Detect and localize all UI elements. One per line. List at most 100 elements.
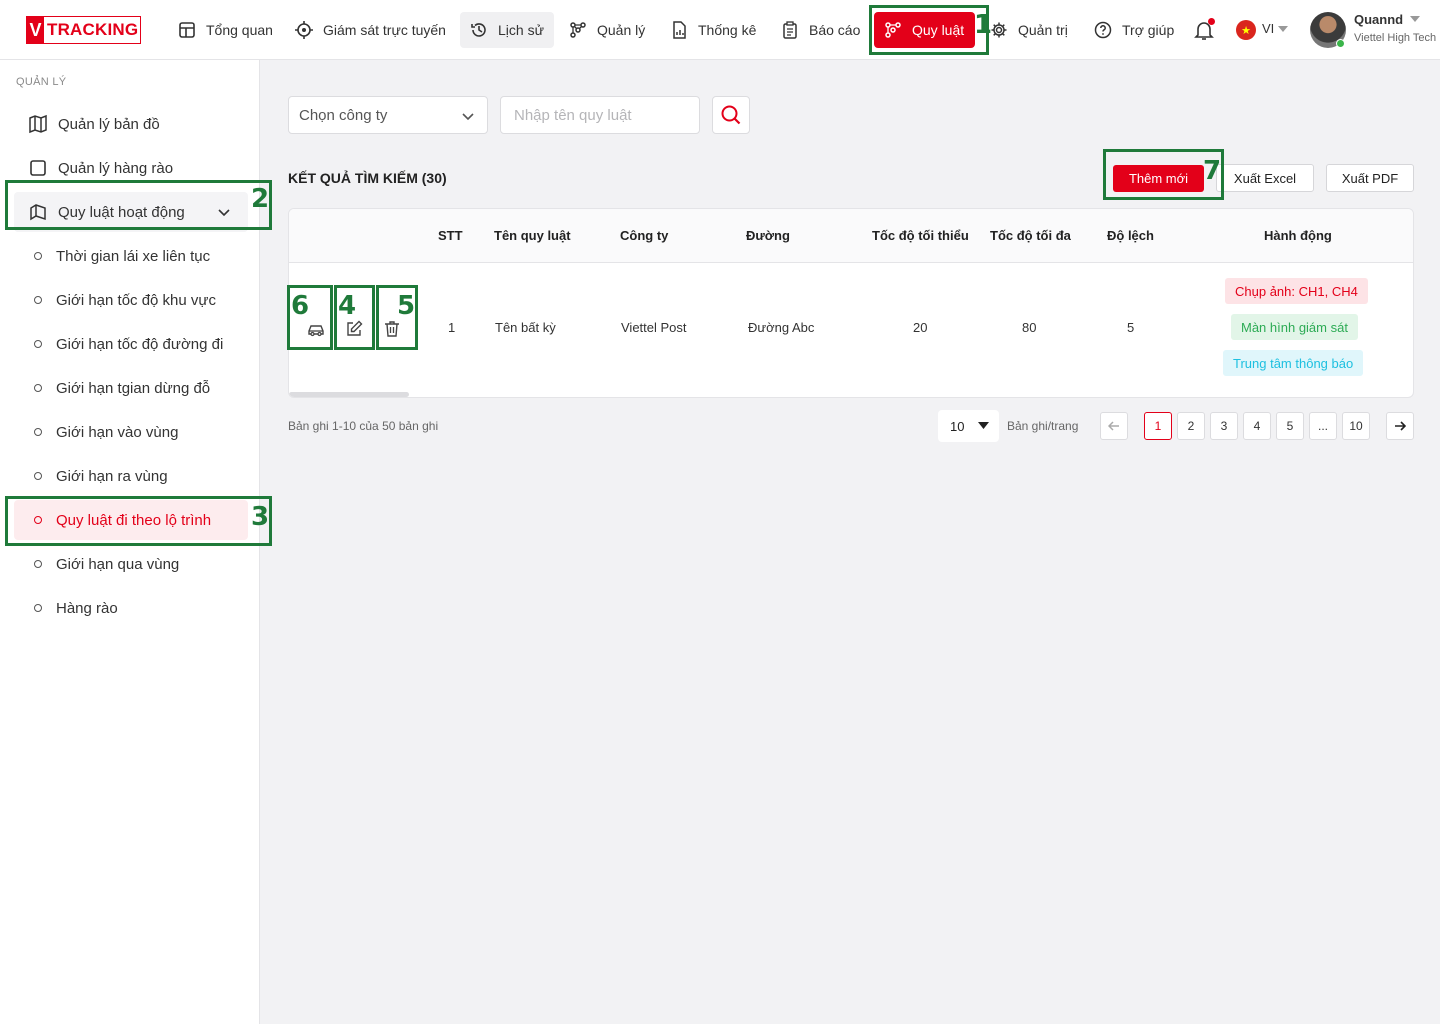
app-logo[interactable]: V TRACKING: [26, 16, 141, 44]
annotation-number: 6: [291, 291, 310, 321]
export-pdf-button[interactable]: Xuất PDF: [1326, 164, 1414, 192]
results-title: KẾT QUẢ TÌM KIẾM (30): [288, 170, 447, 186]
nav-label: Quản lý: [597, 22, 646, 38]
nav-label: Giám sát trực tuyến: [323, 22, 446, 38]
subitem-label: Giới hạn qua vùng: [56, 555, 180, 573]
cell-rule-name: Tên bất kỳ: [495, 320, 556, 335]
sidebar-subitem[interactable]: Thời gian lái xe liên tục: [14, 236, 248, 276]
nav-tro-giup[interactable]: Trợ giúp: [1084, 12, 1184, 48]
per-page-label: Bản ghi/trang: [1007, 419, 1079, 433]
company-select[interactable]: Chọn công ty: [288, 96, 488, 134]
horizontal-scrollbar[interactable]: [289, 392, 409, 397]
cell-min-speed: 20: [913, 320, 928, 335]
subitem-label: Giới hạn ra vùng: [56, 467, 168, 485]
prev-page-button[interactable]: [1100, 412, 1128, 440]
logo-text: TRACKING: [47, 20, 139, 39]
annotation-number: 2: [251, 184, 270, 214]
cell-road: Đường Abc: [748, 320, 815, 335]
col-stt: STT: [438, 228, 463, 243]
annotation-box: [5, 180, 272, 230]
sidebar-subitem[interactable]: Giới hạn vào vùng: [14, 412, 248, 452]
nav-label: Quản trị: [1018, 22, 1068, 38]
subitem-label: Giới hạn tốc độ đường đi: [56, 335, 224, 353]
caret-down-icon: [978, 422, 989, 429]
nav-lich-su[interactable]: Lịch sử: [460, 12, 554, 48]
top-navbar: V TRACKING Tổng quan Giám sát trực tuyến…: [0, 0, 1440, 60]
annotation-box: [869, 5, 989, 55]
sidebar-subitem[interactable]: Giới hạn tốc độ đường đi: [14, 324, 248, 364]
annotation-number: 1: [974, 10, 993, 40]
export-excel-button[interactable]: Xuất Excel: [1216, 164, 1314, 192]
annotation-box: [5, 496, 272, 546]
nav-tong-quan[interactable]: Tổng quan: [168, 12, 283, 48]
cell-stt: 1: [448, 320, 456, 335]
page-ellipsis: ...: [1309, 412, 1337, 440]
next-page-button[interactable]: [1386, 412, 1414, 440]
nav-quan-tri[interactable]: Quản trị: [980, 12, 1078, 48]
sidebar-heading: QUẢN LÝ: [16, 76, 67, 88]
search-button[interactable]: [712, 96, 750, 134]
bullet-icon: [34, 428, 42, 436]
sidebar-item-label: Quản lý bản đồ: [58, 115, 160, 133]
nav-label: Tổng quan: [206, 22, 273, 38]
logo-letter: V: [27, 17, 44, 43]
bullet-icon: [34, 384, 42, 392]
nav-label: Trợ giúp: [1122, 22, 1175, 38]
user-name[interactable]: Quannd: [1354, 12, 1403, 27]
rule-name-input[interactable]: [500, 96, 700, 134]
chevron-down-icon: [462, 113, 474, 121]
dashboard-icon: [179, 22, 195, 38]
col-company: Công ty: [620, 228, 669, 243]
action-tag-notify: Trung tâm thông báo: [1223, 350, 1364, 376]
page-button[interactable]: 3: [1210, 412, 1238, 440]
sidebar-subitem[interactable]: Giới hạn tốc độ khu vực: [14, 280, 248, 320]
nav-quan-ly[interactable]: Quản lý: [559, 12, 655, 48]
bullet-icon: [34, 252, 42, 260]
table-header: STT Tên quy luật Công ty Đường Tốc độ tố…: [289, 209, 1413, 263]
square-icon: [30, 160, 46, 176]
notification-dot: [1208, 18, 1215, 25]
caret-down-icon[interactable]: [1278, 26, 1288, 32]
subitem-label: Hàng rào: [56, 599, 118, 617]
clipboard-icon: [783, 21, 797, 39]
nav-giam-sat[interactable]: Giám sát trực tuyến: [285, 12, 456, 48]
cell-company: Viettel Post: [621, 320, 687, 335]
network-icon: [570, 22, 586, 38]
vietnam-flag-icon[interactable]: ★: [1236, 20, 1256, 40]
page-size-select[interactable]: 10: [938, 410, 999, 442]
col-max-speed: Tốc độ tối đa: [990, 228, 1071, 243]
language-label[interactable]: VI: [1262, 21, 1274, 36]
page-button[interactable]: 5: [1276, 412, 1304, 440]
cell-max-speed: 80: [1022, 320, 1037, 335]
sidebar-item-label: Quản lý hàng rào: [58, 159, 174, 177]
arrow-left-icon: [1108, 421, 1119, 431]
page-size-value: 10: [950, 418, 965, 434]
subitem-label: Giới hạn tốc độ khu vực: [56, 291, 216, 309]
bullet-icon: [34, 560, 42, 568]
col-deviation: Độ lệch: [1107, 228, 1154, 243]
nav-thong-ke[interactable]: Thống kê: [660, 12, 766, 48]
sidebar-subitem[interactable]: Giới hạn ra vùng: [14, 456, 248, 496]
sidebar-subitem[interactable]: Hàng rào: [14, 588, 248, 628]
sidebar-subitem[interactable]: Giới hạn qua vùng: [14, 544, 248, 584]
sidebar-item-map[interactable]: Quản lý bản đồ: [14, 104, 248, 144]
col-actions: Hành động: [1264, 228, 1332, 243]
subitem-label: Giới hạn vào vùng: [56, 423, 179, 441]
report-chart-icon: [673, 21, 686, 39]
nav-label: Thống kê: [698, 22, 757, 38]
map-icon: [29, 114, 47, 134]
sidebar-subitem[interactable]: Giới hạn tgian dừng đỗ: [14, 368, 248, 408]
page-button[interactable]: 10: [1342, 412, 1370, 440]
annotation-number: 5: [397, 291, 416, 321]
bullet-icon: [34, 604, 42, 612]
nav-bao-cao[interactable]: Báo cáo: [771, 12, 870, 48]
help-icon: [1094, 21, 1112, 39]
user-company: Viettel High Tech: [1354, 32, 1437, 44]
crosshair-icon: [295, 21, 313, 39]
page-button[interactable]: 2: [1177, 412, 1205, 440]
page-button[interactable]: 1: [1144, 412, 1172, 440]
rules-table: STT Tên quy luật Công ty Đường Tốc độ tố…: [288, 208, 1414, 398]
page-button[interactable]: 4: [1243, 412, 1271, 440]
caret-down-icon[interactable]: [1410, 16, 1420, 22]
pagination-info: Bản ghi 1-10 của 50 bản ghi: [288, 419, 439, 433]
